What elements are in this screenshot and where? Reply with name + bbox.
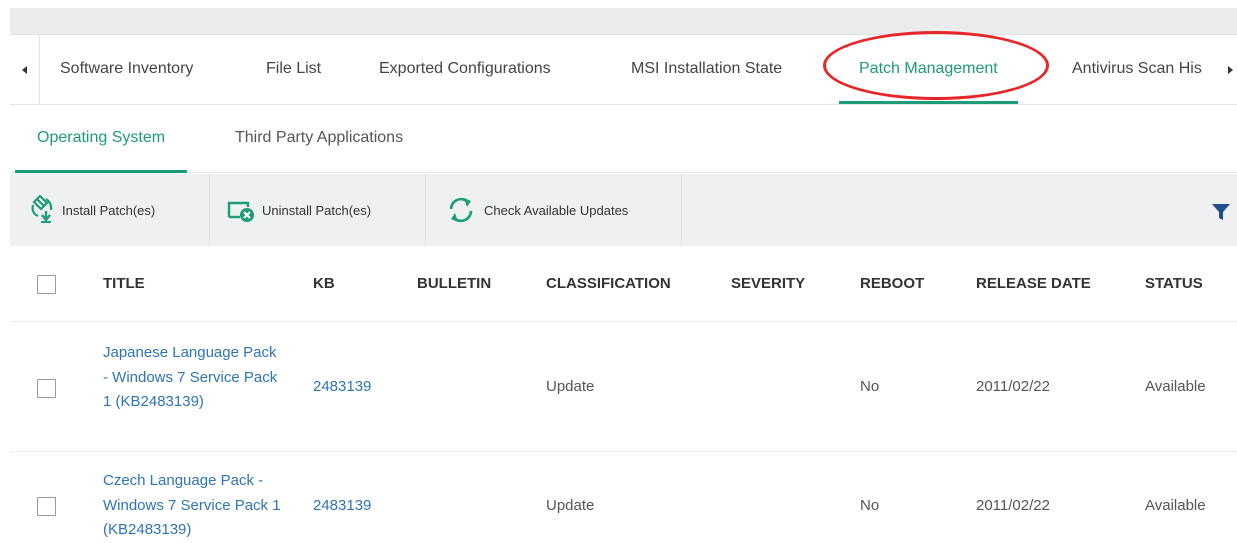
uninstall-patch-button[interactable]: Uninstall Patch(es) xyxy=(210,174,426,246)
tab-operating-system[interactable]: Operating System xyxy=(14,105,188,173)
status-cell: Available xyxy=(1145,497,1206,514)
tab-patch-management[interactable]: Patch Management xyxy=(839,35,1018,105)
uninstall-patch-icon xyxy=(227,201,254,222)
column-reboot[interactable]: REBOOT xyxy=(860,246,924,322)
check-updates-button[interactable]: Check Available Updates xyxy=(426,174,682,246)
table-row[interactable]: Czech Language Pack - Windows 7 Service … xyxy=(10,452,1237,543)
column-classification[interactable]: CLASSIFICATION xyxy=(546,246,671,322)
chevron-right-icon xyxy=(1227,66,1233,74)
row-checkbox[interactable] xyxy=(37,497,56,516)
main-tab-bar: Software Inventory File List Exported Co… xyxy=(10,35,1237,105)
uninstall-patch-label: Uninstall Patch(es) xyxy=(262,202,372,218)
refresh-icon xyxy=(449,197,473,223)
tab-third-party-applications[interactable]: Third Party Applications xyxy=(235,105,403,173)
filter-button[interactable] xyxy=(1211,202,1231,222)
column-kb[interactable]: KB xyxy=(313,246,335,322)
tab-antivirus-scan-history[interactable]: Antivirus Scan His xyxy=(1072,35,1222,105)
install-patch-label: Install Patch(es) xyxy=(62,202,156,218)
classification-cell: Update xyxy=(546,378,595,395)
column-severity[interactable]: SEVERITY xyxy=(731,246,805,322)
top-bar xyxy=(10,8,1237,35)
patch-toolbar: Install Patch(es) Uninstall Patch(es) Ch… xyxy=(10,174,1237,246)
status-cell: Available xyxy=(1145,378,1206,395)
release-date-cell: 2011/02/22 xyxy=(976,497,1050,514)
column-release-date[interactable]: RELEASE DATE xyxy=(976,246,1091,322)
check-updates-label: Check Available Updates xyxy=(484,202,629,218)
top-strip xyxy=(0,0,1237,35)
select-all-checkbox[interactable] xyxy=(37,275,56,294)
kb-link[interactable]: 2483139 xyxy=(313,378,371,395)
column-bulletin[interactable]: BULLETIN xyxy=(417,246,491,322)
table-header: TITLE KB BULLETIN CLASSIFICATION SEVERIT… xyxy=(10,246,1237,322)
chevron-left-icon xyxy=(22,66,27,74)
tab-scroll-left[interactable] xyxy=(10,35,40,105)
tab-software-inventory[interactable]: Software Inventory xyxy=(60,35,193,105)
tab-exported-configurations[interactable]: Exported Configurations xyxy=(379,35,551,105)
install-patch-icon xyxy=(31,195,53,223)
row-checkbox[interactable] xyxy=(37,379,56,398)
column-status[interactable]: STATUS xyxy=(1145,246,1203,322)
column-title[interactable]: TITLE xyxy=(103,246,145,322)
filter-icon xyxy=(1212,204,1230,220)
release-date-cell: 2011/02/22 xyxy=(976,378,1050,395)
patch-title-link[interactable]: Japanese Language Pack - Windows 7 Servi… xyxy=(103,341,283,415)
install-patch-button[interactable]: Install Patch(es) xyxy=(10,174,210,246)
reboot-cell: No xyxy=(860,497,880,514)
kb-link[interactable]: 2483139 xyxy=(313,497,371,514)
table-row[interactable]: Japanese Language Pack - Windows 7 Servi… xyxy=(10,322,1237,452)
tab-file-list[interactable]: File List xyxy=(266,35,321,105)
reboot-cell: No xyxy=(860,378,880,395)
tab-scroll-right[interactable] xyxy=(1223,35,1237,105)
sub-tab-bar: Operating System Third Party Application… xyxy=(10,105,1237,173)
patch-title-link[interactable]: Czech Language Pack - Windows 7 Service … xyxy=(103,469,283,543)
tab-msi-installation-state[interactable]: MSI Installation State xyxy=(631,35,782,105)
classification-cell: Update xyxy=(546,497,595,514)
